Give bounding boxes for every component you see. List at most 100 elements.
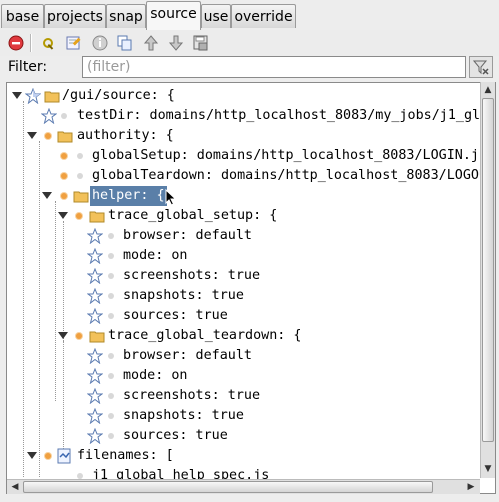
bullet-icon — [61, 193, 67, 199]
bullet-icon — [76, 333, 82, 339]
star-icon — [87, 228, 103, 244]
info-icon — [92, 35, 108, 51]
tab-projects[interactable]: projects — [44, 4, 106, 28]
tree-row-label: sources: true — [123, 428, 228, 443]
expand-arrow-icon[interactable] — [27, 132, 37, 139]
expand-arrow-icon[interactable] — [58, 212, 68, 219]
tree-row-label: trace_global_teardown: { — [108, 328, 302, 343]
bullet-icon — [108, 313, 114, 319]
tree-row-label: testDir: domains/http_localhost_8083/my_… — [77, 108, 481, 123]
file-list-icon — [57, 448, 71, 464]
tree-row[interactable]: mode: on — [7, 366, 481, 386]
tree-row-selected[interactable]: helper: { — [7, 186, 481, 206]
bullet-icon — [108, 393, 114, 399]
bullet-icon — [108, 373, 114, 379]
horizontal-scrollbar[interactable]: ◀ ▶ — [7, 479, 480, 494]
wand-button[interactable] — [37, 32, 59, 54]
copy-button[interactable] — [114, 32, 136, 54]
tree-row[interactable]: authority: { — [7, 126, 481, 146]
stop-icon — [8, 35, 24, 51]
expand-arrow-icon[interactable] — [27, 452, 37, 459]
tree-row-label: snapshots: true — [123, 288, 244, 303]
scroll-down-icon[interactable]: ▼ — [481, 462, 495, 476]
bullet-icon — [108, 413, 114, 419]
star-icon — [87, 408, 103, 424]
tree-row-label: filenames: [ — [77, 448, 174, 463]
tree-row-label: j1_global_help_spec.js — [92, 468, 270, 479]
star-icon — [87, 368, 103, 384]
bullet-icon — [108, 273, 114, 279]
tree-row[interactable]: trace_global_teardown: { — [7, 326, 481, 346]
toolbar — [0, 30, 499, 56]
stop-button[interactable] — [5, 32, 27, 54]
tree-row[interactable]: /gui/source: { — [7, 86, 481, 106]
star-icon — [87, 308, 103, 324]
tree-row-label: screenshots: true — [123, 268, 261, 283]
tree-row[interactable]: trace_global_setup: { — [7, 206, 481, 226]
tree-row-label: authority: { — [77, 128, 174, 143]
horizontal-scroll-thumb[interactable] — [23, 481, 433, 493]
tree-row-label: /gui/source: { — [62, 88, 175, 103]
scroll-left-icon[interactable]: ◀ — [8, 480, 22, 494]
scroll-up-icon[interactable]: ▲ — [481, 83, 495, 97]
edit-button[interactable] — [63, 32, 85, 54]
tab-override[interactable]: override — [231, 4, 296, 28]
tab-use[interactable]: use — [201, 4, 231, 28]
move-up-button[interactable] — [140, 32, 162, 54]
bullet-icon — [108, 253, 114, 259]
star-icon — [87, 288, 103, 304]
tab-base[interactable]: base — [1, 4, 44, 28]
bullet-icon — [61, 113, 67, 119]
bullet-icon — [77, 153, 83, 159]
tab-bar: base projects snap source use override — [0, 0, 499, 31]
tree-row-label: globalSetup: domains/http_localhost_8083… — [92, 148, 481, 163]
expand-arrow-icon[interactable] — [58, 332, 68, 339]
bullet-icon — [108, 353, 114, 359]
tree-row[interactable]: filenames: [ — [7, 446, 481, 466]
tree-row[interactable]: j1_global_help_spec.js — [7, 466, 481, 479]
tree-row[interactable]: browser: default — [7, 346, 481, 366]
source-tree[interactable]: /gui/source: { testDir: domains/http_loc… — [7, 83, 481, 479]
bullet-icon — [108, 433, 114, 439]
mouse-cursor-icon — [165, 189, 177, 206]
bullet-icon — [108, 233, 114, 239]
clear-filter-button[interactable] — [469, 56, 493, 78]
vertical-scroll-thumb[interactable] — [482, 98, 494, 442]
star-icon — [87, 268, 103, 284]
expand-arrow-icon[interactable] — [12, 92, 22, 99]
vertical-scrollbar[interactable]: ▲ ▼ — [480, 82, 495, 478]
tree-row-label: helper: { — [90, 186, 167, 206]
tab-source[interactable]: source — [146, 1, 201, 30]
folder-icon — [73, 191, 89, 203]
star-icon — [87, 428, 103, 444]
tree-row[interactable]: screenshots: true — [7, 266, 481, 286]
filter-label: Filter: — [8, 59, 48, 75]
edit-icon — [66, 36, 81, 50]
tree-row-label: snapshots: true — [123, 408, 244, 423]
tab-snap[interactable]: snap — [106, 4, 146, 28]
tree-row[interactable]: sources: true — [7, 306, 481, 326]
expand-arrow-icon[interactable] — [42, 192, 52, 199]
star-icon — [25, 88, 41, 104]
tree-row[interactable]: snapshots: true — [7, 286, 481, 306]
filter-input[interactable] — [82, 56, 466, 78]
tree-row[interactable]: browser: default — [7, 226, 481, 246]
save-button[interactable] — [190, 32, 212, 54]
tree-row[interactable]: snapshots: true — [7, 406, 481, 426]
folder-icon — [89, 211, 105, 223]
info-button[interactable] — [89, 32, 111, 54]
tree-row-label: browser: default — [123, 348, 252, 363]
tree-row[interactable]: testDir: domains/http_localhost_8083/my_… — [7, 106, 481, 126]
folder-icon — [57, 131, 73, 143]
tree-row[interactable]: globalSetup: domains/http_localhost_8083… — [7, 146, 481, 166]
tree-row[interactable]: globalTeardown: domains/http_localhost_8… — [7, 166, 481, 186]
move-down-button[interactable] — [165, 32, 187, 54]
tree-row[interactable]: screenshots: true — [7, 386, 481, 406]
wand-icon — [43, 38, 54, 50]
tree-row[interactable]: sources: true — [7, 426, 481, 446]
scroll-right-icon[interactable]: ▶ — [464, 480, 478, 494]
source-tree-panel: /gui/source: { testDir: domains/http_loc… — [6, 82, 496, 494]
star-icon — [41, 108, 57, 124]
tree-row[interactable]: mode: on — [7, 246, 481, 266]
bullet-icon — [108, 293, 114, 299]
